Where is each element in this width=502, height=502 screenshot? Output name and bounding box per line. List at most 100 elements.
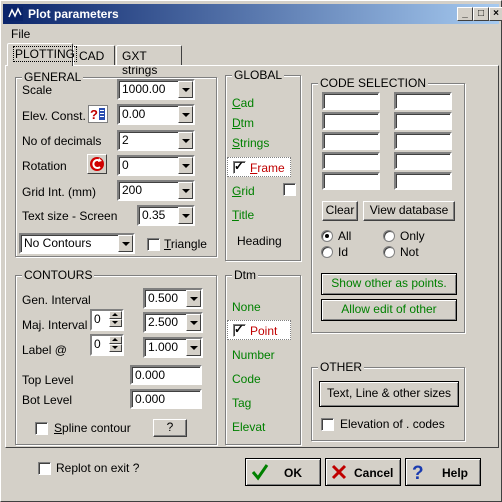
gen-interval-label: Gen. Interval [22,293,91,307]
triangle-checkbox[interactable] [147,238,160,251]
cancel-x-icon [331,464,347,480]
app-icon [7,7,23,21]
code-cell[interactable] [394,132,452,150]
radio-only[interactable] [383,230,395,242]
replot-on-exit-checkbox[interactable] [38,462,51,475]
rotation-icon[interactable] [87,154,107,174]
spline-contour-checkbox[interactable] [35,422,48,435]
other-title: OTHER [318,360,364,374]
radio-all-label: All [338,229,352,243]
minimize-button[interactable]: _ [457,7,473,21]
global-frame[interactable]: Frame [250,161,285,175]
global-grid[interactable]: Grid [232,184,255,198]
dtm-elevat[interactable]: Elevat [232,420,265,434]
dtm-code[interactable]: Code [232,372,261,386]
top-level-input[interactable]: 0.000 [130,365,202,385]
code-cell[interactable] [322,132,380,150]
text-size-label: Text size - Screen [22,209,118,223]
maj-interval-spinner[interactable]: 0 [90,309,124,331]
code-cell[interactable] [322,152,380,170]
window-title: Plot parameters [28,7,119,21]
help-question-icon: ? [412,463,424,482]
grid-checkbox[interactable] [283,183,296,196]
maj-interval-label: Maj. Interval [22,318,88,332]
scale-combo[interactable]: 1000.00 [117,79,195,100]
svg-text:?: ? [412,463,424,482]
plot-parameters-window: Plot parameters _ □ × File PLOTTING CAD … [0,0,502,502]
global-heading[interactable]: Heading [237,234,282,248]
code-cell[interactable] [394,152,452,170]
bot-level-input[interactable]: 0.000 [130,389,202,409]
gen-interval-combo[interactable]: 0.500 [143,288,203,309]
allow-edit-of-other-button[interactable]: Allow edit of other [321,299,457,321]
show-other-as-points-button[interactable]: Show other as points. [321,273,457,295]
contours-mode-combo[interactable]: No Contours [19,233,135,254]
elevation-codes-label: Elevation of . codes [340,417,445,431]
code-cell[interactable] [322,92,380,110]
label-at-spinner[interactable]: 0 [90,334,124,356]
point-checkbox[interactable] [233,322,246,337]
radio-not[interactable] [383,246,395,258]
radio-id[interactable] [321,246,333,258]
label-at-combo[interactable]: 1.000 [143,337,203,358]
general-title: GENERAL [22,70,84,84]
dtm-title: Dtm [232,268,258,282]
global-title-item[interactable]: Title [232,208,254,222]
svg-text:?: ? [90,107,98,122]
global-cad[interactable]: Cad [232,96,254,110]
maj-interval-combo[interactable]: 2.500 [143,312,203,333]
radio-all[interactable] [321,230,333,242]
rotation-combo[interactable]: 0 [117,155,195,176]
ok-button[interactable]: OK [245,458,321,486]
contours-title: CONTOURS [22,268,95,282]
dtm-tag[interactable]: Tag [232,396,251,410]
top-level-label: Top Level [22,373,74,387]
bot-level-label: Bot Level [22,393,73,407]
cancel-button[interactable]: Cancel [325,458,401,486]
help-button[interactable]: ? Help [405,458,481,486]
clear-button[interactable]: Clear [322,201,358,221]
triangle-label: Triangle [164,237,207,251]
elev-const-label: Elev. Const. [22,109,86,123]
global-title: GLOBAL [232,68,285,82]
elev-help-icon[interactable]: ? [88,105,108,123]
elev-const-combo[interactable]: 0.00 [117,104,195,125]
spline-help-button[interactable]: ? [153,419,187,437]
text-line-sizes-button[interactable]: Text, Line & other sizes [319,381,459,407]
scale-label: Scale [22,83,53,97]
radio-id-label: Id [338,245,349,259]
grid-int-label: Grid Int. (mm) [22,185,96,199]
maximize-button[interactable]: □ [473,7,489,21]
decimals-combo[interactable]: 2 [117,130,195,151]
rotation-label: Rotation [22,159,67,173]
label-at-label: Label @ [22,343,67,357]
decimals-label: No of decimals [22,134,102,148]
frame-checkbox[interactable] [233,159,246,174]
text-size-combo[interactable]: 0.35 [137,205,195,226]
code-cell[interactable] [394,112,452,130]
code-cell[interactable] [394,172,452,190]
code-cell[interactable] [394,92,452,110]
tab-cad[interactable]: CAD [73,45,115,65]
elevation-codes-checkbox[interactable] [321,418,334,431]
dtm-number[interactable]: Number [232,348,275,362]
global-strings[interactable]: Strings [232,136,269,150]
check-icon [251,464,269,481]
radio-only-label: Only [400,229,425,243]
tab-gxt-strings[interactable]: GXT strings [116,45,182,77]
global-dtm[interactable]: Dtm [232,116,254,130]
code-cell[interactable] [322,112,380,130]
dtm-point[interactable]: Point [250,324,277,338]
title-bar: Plot parameters _ □ × [3,4,502,24]
grid-int-combo[interactable]: 200 [117,180,195,201]
code-cell[interactable] [322,172,380,190]
tab-plotting[interactable]: PLOTTING [7,43,78,66]
spline-contour-label: Spline contour [54,421,131,435]
menu-file[interactable]: File [11,27,30,41]
replot-on-exit-label: Replot on exit ? [56,461,140,475]
dtm-none[interactable]: None [232,300,261,314]
close-button[interactable]: × [489,7,502,21]
code-selection-title: CODE SELECTION [318,76,429,90]
radio-not-label: Not [400,245,419,259]
view-database-button[interactable]: View database [363,201,455,221]
